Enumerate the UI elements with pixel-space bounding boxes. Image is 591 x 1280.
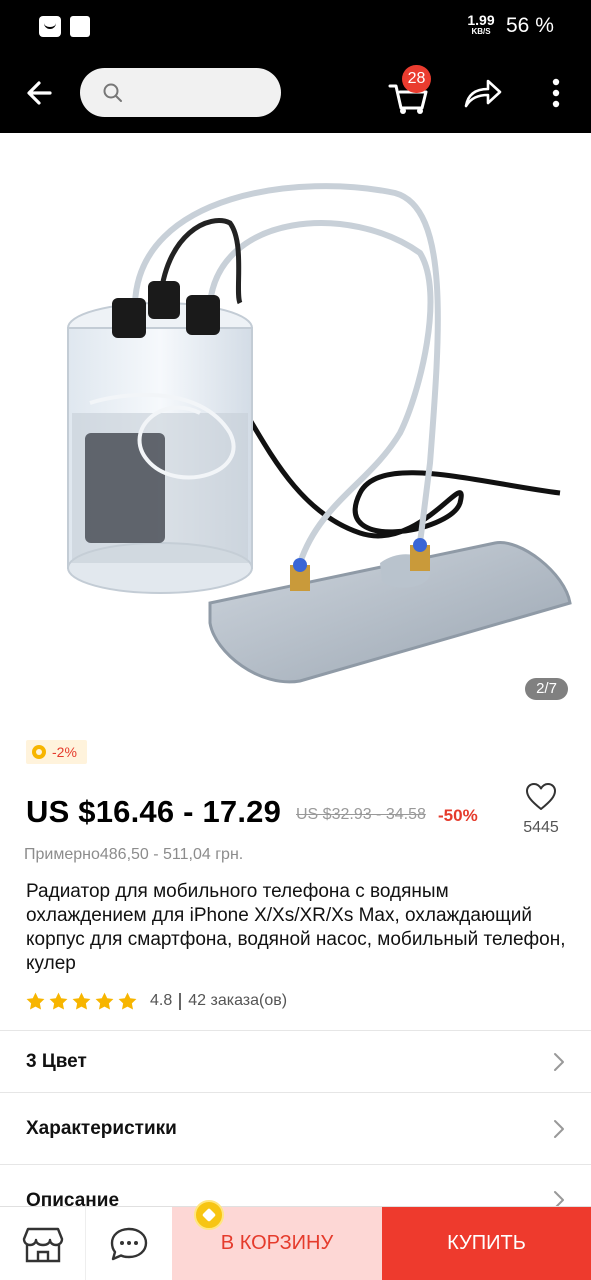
wishlist-button[interactable]: 5445 <box>516 782 566 837</box>
shopping-bag-notification-icon <box>39 16 61 37</box>
chevron-right-icon <box>554 1053 564 1071</box>
description-row[interactable]: Описание <box>0 1170 591 1206</box>
specifications-row[interactable]: Характеристики <box>0 1098 591 1160</box>
network-speed-value: 1.99 <box>467 12 495 28</box>
orders-count: 42 заказа(ов) <box>188 992 288 1009</box>
share-icon <box>464 79 502 108</box>
color-selector-row[interactable]: 3 Цвет <box>0 1031 591 1093</box>
description-label: Описание <box>26 1190 120 1206</box>
store-button[interactable] <box>0 1207 86 1280</box>
wishlist-count: 5445 <box>523 819 559 836</box>
search-icon <box>103 83 122 102</box>
more-options-button[interactable] <box>540 74 572 112</box>
rating-row[interactable]: 4.8 42 заказа(ов) <box>25 989 287 1013</box>
star-icon <box>118 992 137 1010</box>
chevron-right-icon <box>554 1120 564 1138</box>
coin-icon <box>32 745 46 759</box>
original-price: US $32.93 - 34.58 <box>296 806 426 823</box>
add-to-cart-label: В КОРЗИНУ <box>220 1232 334 1254</box>
bottom-action-bar: В КОРЗИНУ КУПИТЬ <box>0 1206 591 1280</box>
buy-now-label: КУПИТЬ <box>447 1232 526 1254</box>
back-button[interactable] <box>18 72 62 114</box>
network-speed: 1.99 KB/S <box>466 13 496 36</box>
rating-separator <box>179 992 182 1010</box>
divider <box>0 1164 591 1165</box>
chat-button[interactable] <box>86 1207 172 1280</box>
share-button[interactable] <box>460 74 504 112</box>
color-selector-label: 3 Цвет <box>26 1051 87 1072</box>
current-price: US $16.46 - 17.29 <box>26 794 282 829</box>
coin-reward-icon <box>194 1200 224 1230</box>
back-arrow-icon <box>27 81 52 105</box>
coin-discount-tag: -2% <box>26 740 87 764</box>
percent-off-badge: -50% <box>438 806 478 825</box>
network-speed-unit: KB/S <box>471 27 491 36</box>
divider <box>0 1092 591 1093</box>
rating-value: 4.8 <box>150 992 173 1009</box>
notification-square-icon <box>70 16 90 37</box>
star-icon <box>49 992 68 1010</box>
approx-local-price: Примерно486,50 - 511,04 грн. <box>24 846 244 863</box>
chat-icon <box>110 1227 148 1261</box>
heart-icon <box>526 783 556 810</box>
battery-level: 56 % <box>506 14 554 37</box>
specifications-label: Характеристики <box>26 1118 177 1139</box>
more-vertical-icon <box>552 78 560 108</box>
chevron-right-icon <box>554 1191 564 1206</box>
app-bar: 28 <box>0 52 591 133</box>
star-icon <box>26 992 45 1010</box>
image-counter: 2/7 <box>525 678 568 700</box>
product-title: Радиатор для мобильного телефона с водян… <box>26 881 566 974</box>
water-cooler-product-photo <box>67 183 572 684</box>
coin-discount-text: -2% <box>52 744 77 760</box>
store-icon <box>22 1227 64 1263</box>
rating-stars <box>25 991 140 1012</box>
star-icon <box>72 992 91 1010</box>
buy-now-button[interactable]: КУПИТЬ <box>382 1207 591 1280</box>
star-icon <box>95 992 114 1010</box>
status-bar: 1.99 KB/S 56 % <box>0 0 591 52</box>
search-input[interactable] <box>80 68 281 117</box>
cart-count-badge: 28 <box>402 65 431 93</box>
product-image[interactable] <box>0 133 591 715</box>
